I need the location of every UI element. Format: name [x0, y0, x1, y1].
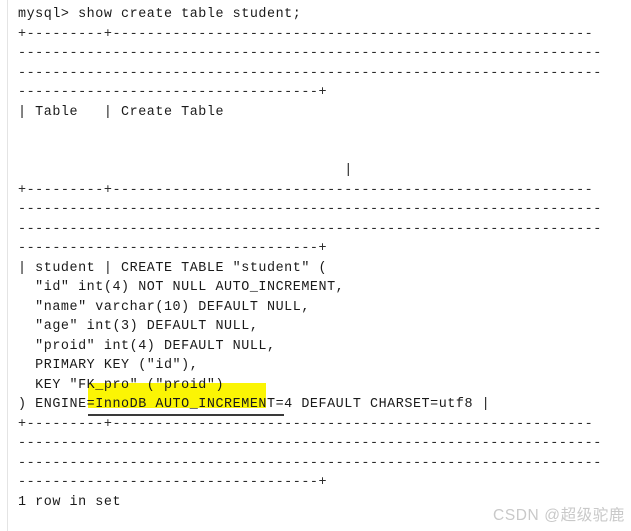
console-text-line: "id" int(4) NOT NULL AUTO_INCREMENT, [18, 280, 345, 295]
console-rule-line: ----------------------------------------… [18, 202, 602, 217]
console-rule-line: +---------+-----------------------------… [18, 182, 594, 198]
console-rule-line: ----------------------------------------… [18, 65, 602, 81]
console-rule-line: ----------------------------------------… [18, 436, 602, 451]
console-rule-line: ----------------------------------------… [18, 46, 602, 61]
console-text-line: PRIMARY KEY ("id"), [18, 358, 199, 373]
console-text-line: "name" varchar(10) DEFAULT NULL, [18, 299, 310, 315]
strikethrough-annotation [88, 414, 284, 416]
console-rule-line: -----------------------------------+ [18, 241, 328, 256]
console-text-line: | student | CREATE TABLE "student" ( [18, 260, 328, 276]
console-text-line: KEY "FK_pro" ("proid") [18, 377, 225, 393]
console-rule-line: +---------+-----------------------------… [18, 416, 594, 432]
console-rule-line: -----------------------------------+ [18, 85, 328, 100]
console-rule-line: ----------------------------------------… [18, 455, 602, 471]
console-text-line: "proid" int(4) DEFAULT NULL, [18, 338, 276, 354]
console-line-list: mysql> show create table student; +------… [0, 0, 631, 512]
console-command-line: mysql> show create table student; [18, 7, 302, 22]
console-text-line: ) ENGINE=InnoDB AUTO_INCREMENT=4 DEFAULT… [18, 397, 491, 412]
mysql-terminal-output: mysql> show create table student; +------… [0, 0, 631, 531]
console-rule-line: +---------+-----------------------------… [18, 26, 594, 42]
console-text-line: "age" int(3) DEFAULT NULL, [18, 319, 259, 334]
console-rule-line: -----------------------------------+ [18, 475, 328, 490]
console-text-line: | Table | Create Table [18, 104, 225, 120]
csdn-watermark: CSDN @超级驼鹿 [493, 507, 625, 524]
console-rule-line: ----------------------------------------… [18, 221, 602, 237]
console-text-line: | [18, 163, 353, 178]
